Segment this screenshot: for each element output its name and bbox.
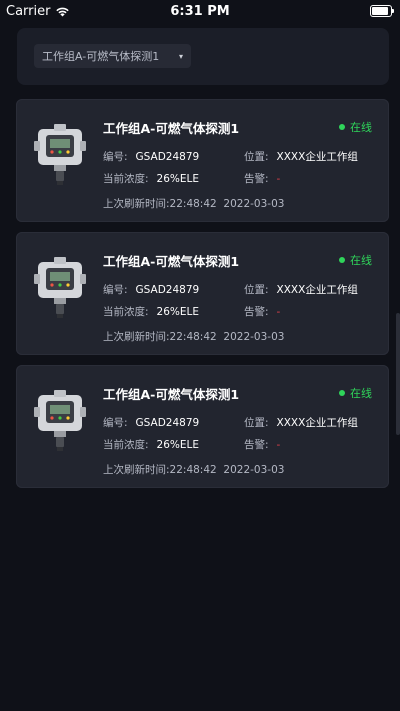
id-row: 编号: GSAD24879 [103,415,199,430]
device-group-select[interactable]: 工作组A-可燃气体探测1 ▾ [34,44,191,68]
refresh-row: 上次刷新时间:22:48:42 2022-03-03 [103,462,284,477]
online-dot-icon [339,390,345,396]
select-value: 工作组A-可燃气体探测1 [42,50,160,63]
battery-icon [370,5,394,17]
status-text: 在线 [350,121,372,134]
gas-detector-image [34,124,86,185]
location-label: 位置: [244,151,269,163]
gas-detector-image [34,390,86,451]
clock: 6:31 PM [170,3,230,19]
refresh-row: 上次刷新时间:22:48:42 2022-03-03 [103,196,284,211]
concentration-row: 当前浓度: 26%ELE [103,304,199,319]
alarm-label: 告警: [244,439,269,451]
concentration-value: 26%ELE [156,173,200,185]
concentration-label: 当前浓度: [103,439,149,451]
location-row: 位置: XXXX企业工作组 [244,149,358,164]
status-badge: 在线 [339,385,372,401]
id-value: GSAD24879 [135,151,200,163]
dropdown-arrow-icon: ▾ [178,51,183,61]
alarm-label: 告警: [244,173,269,185]
location-value: XXXX企业工作组 [276,284,358,296]
status-badge: 在线 [339,119,372,135]
alarm-value: - [276,439,281,451]
device-name: 工作组A-可燃气体探测1 [103,387,240,402]
concentration-value: 26%ELE [156,439,200,451]
device-name: 工作组A-可燃气体探测1 [103,254,240,269]
location-label: 位置: [244,284,269,296]
alarm-value: - [276,173,281,185]
refresh-row: 上次刷新时间:22:48:42 2022-03-03 [103,329,284,344]
alarm-row: 告警: - [244,304,280,319]
concentration-value: 26%ELE [156,306,200,318]
alarm-value: - [276,306,281,318]
location-row: 位置: XXXX企业工作组 [244,282,358,297]
device-name: 工作组A-可燃气体探测1 [103,121,240,136]
id-label: 编号: [103,151,128,163]
location-value: XXXX企业工作组 [276,151,358,163]
refresh-date: 2022-03-03 [223,198,285,210]
online-dot-icon [339,257,345,263]
refresh-time: 22:48:42 [169,331,217,343]
status-text: 在线 [350,254,372,267]
concentration-label: 当前浓度: [103,306,149,318]
id-row: 编号: GSAD24879 [103,282,199,297]
status-bar: Carrier 6:31 PM [0,0,400,22]
device-card[interactable]: 工作组A-可燃气体探测1 在线 编号: GSAD24879 位置: XXXX企业工作… [16,99,389,222]
gas-detector-image [34,257,86,318]
refresh-time: 22:48:42 [169,198,217,210]
filter-panel: 工作组A-可燃气体探测1 ▾ [17,28,389,85]
scrollbar[interactable] [396,313,400,435]
concentration-label: 当前浓度: [103,173,149,185]
location-value: XXXX企业工作组 [276,417,358,429]
refresh-label: 上次刷新时间: [103,464,170,476]
id-label: 编号: [103,417,128,429]
device-card[interactable]: 工作组A-可燃气体探测1 在线 编号: GSAD24879 位置: XXXX企业工作… [16,232,389,355]
location-label: 位置: [244,417,269,429]
concentration-row: 当前浓度: 26%ELE [103,437,199,452]
screen: Carrier 6:31 PM 工作组A-可燃气体探测1 ▾ 工作组A-可燃气体… [0,0,400,711]
refresh-date: 2022-03-03 [223,331,285,343]
refresh-label: 上次刷新时间: [103,331,170,343]
refresh-time: 22:48:42 [169,464,217,476]
alarm-row: 告警: - [244,171,280,186]
refresh-label: 上次刷新时间: [103,198,170,210]
device-card[interactable]: 工作组A-可燃气体探测1 在线 编号: GSAD24879 位置: XXXX企业工作… [16,365,389,488]
alarm-label: 告警: [244,306,269,318]
id-row: 编号: GSAD24879 [103,149,199,164]
id-label: 编号: [103,284,128,296]
status-badge: 在线 [339,252,372,268]
online-dot-icon [339,124,345,130]
id-value: GSAD24879 [135,417,200,429]
location-row: 位置: XXXX企业工作组 [244,415,358,430]
concentration-row: 当前浓度: 26%ELE [103,171,199,186]
status-text: 在线 [350,387,372,400]
refresh-date: 2022-03-03 [223,464,285,476]
id-value: GSAD24879 [135,284,200,296]
alarm-row: 告警: - [244,437,280,452]
